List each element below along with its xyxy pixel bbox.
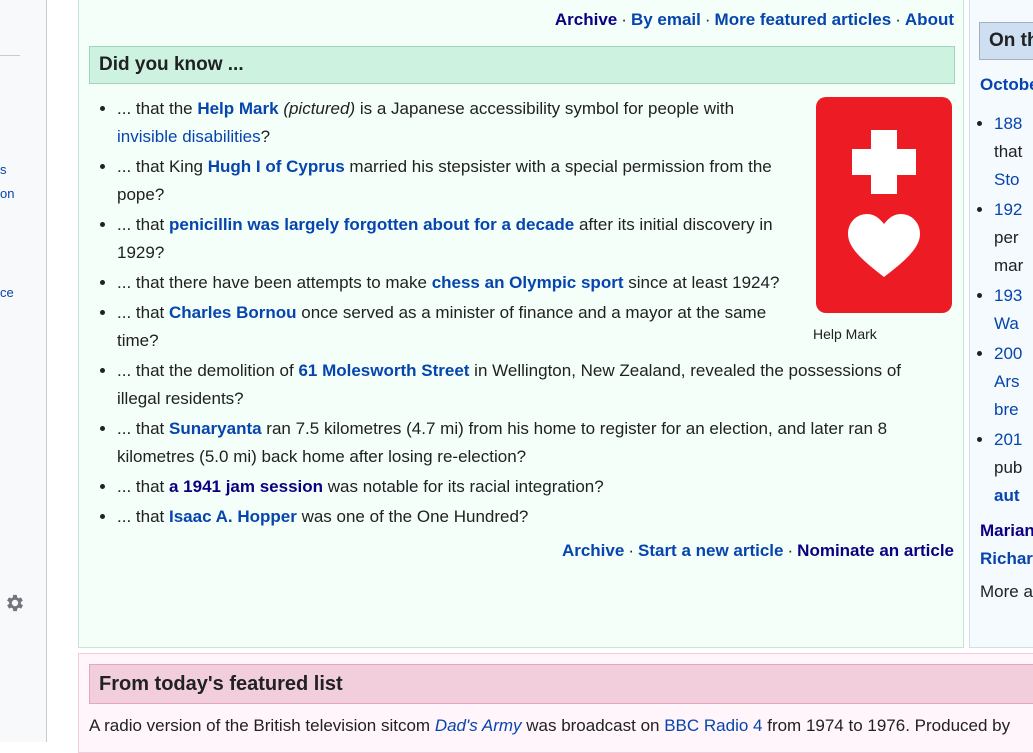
inline-link[interactable]: Hugh I of Cyprus xyxy=(208,157,345,176)
otd-year-link[interactable]: 192 xyxy=(994,200,1022,219)
dyk-item: ... that penicillin was largely forgotte… xyxy=(117,211,797,267)
featured-list-panel: From today's featured list A radio versi… xyxy=(78,653,1033,753)
text-run: ... that xyxy=(117,215,169,234)
tfl-blurb: A radio version of the British televisio… xyxy=(89,716,1010,736)
otd-year-link[interactable]: 200 xyxy=(994,344,1022,363)
otd-year-link[interactable]: 188 xyxy=(994,114,1022,133)
link-separator: · xyxy=(787,541,794,560)
text-run: ... that King xyxy=(117,157,208,176)
dyk-archive-link[interactable]: Archive xyxy=(562,541,624,560)
otd-item-text: that xyxy=(994,142,1023,161)
inline-link[interactable]: 61 Molesworth Street xyxy=(298,361,469,380)
otd-item: 200 Ars bre xyxy=(994,340,1023,424)
otd-person-link[interactable]: Marian xyxy=(980,521,1033,540)
otd-people: Marian Richar xyxy=(980,517,1033,573)
more-featured-articles-link[interactable]: More featured articles xyxy=(715,10,892,29)
text-run: ... that xyxy=(117,507,169,526)
sidebar-link-fragment[interactable]: ce xyxy=(0,285,14,300)
otd-more-text: More a xyxy=(980,582,1033,601)
otd-item-link[interactable]: Ars xyxy=(994,372,1020,391)
dyk-item: ... that the demolition of 61 Molesworth… xyxy=(117,357,947,413)
tfl-heading: From today's featured list xyxy=(89,664,1033,704)
otd-date-link[interactable]: Octobe xyxy=(980,75,1033,95)
otd-item-link[interactable]: Sto xyxy=(994,170,1020,189)
otd-item: 201 pub aut xyxy=(994,426,1023,510)
image-caption: Help Mark xyxy=(813,326,877,342)
nominate-article-link[interactable]: Nominate an article xyxy=(797,541,954,560)
inline-link[interactable]: Dad's Army xyxy=(435,716,522,735)
inline-link[interactable]: BBC Radio 4 xyxy=(664,716,762,735)
otd-year-link[interactable]: 193 xyxy=(994,286,1022,305)
text-run: ... that xyxy=(117,419,169,438)
inline-link[interactable]: Charles Bornou xyxy=(169,303,297,322)
text-run: (pictured) xyxy=(283,99,356,118)
about-link[interactable]: About xyxy=(905,10,954,29)
text-run: is a Japanese accessibility symbol for p… xyxy=(355,99,735,118)
otd-item-text: pub xyxy=(994,458,1023,477)
text-run: A radio version of the British televisio… xyxy=(89,716,435,735)
inline-link[interactable]: penicillin was largely forgotten about f… xyxy=(169,215,574,234)
inline-link[interactable]: a 1941 jam session xyxy=(169,477,323,496)
text-run: ... that the xyxy=(117,99,198,118)
dyk-item: ... that Charles Bornou once served as a… xyxy=(117,299,797,355)
inline-link[interactable]: Help Mark xyxy=(197,99,278,118)
otd-year-link[interactable]: 201 xyxy=(994,430,1022,449)
otd-item-link[interactable]: aut xyxy=(994,486,1020,505)
link-separator: · xyxy=(621,10,627,29)
left-sidebar: s on ce xyxy=(0,0,47,742)
gear-icon[interactable] xyxy=(4,592,26,614)
sidebar-link-fragment[interactable]: on xyxy=(0,186,14,201)
text-run: since at least 1924? xyxy=(623,273,780,292)
inline-link[interactable]: invisible disabilities xyxy=(117,127,261,146)
help-mark-figure: Help Mark xyxy=(813,97,956,342)
otd-item: 192 per mar xyxy=(994,196,1023,280)
otd-item-link[interactable]: Wa xyxy=(994,314,1019,333)
dyk-item: ... that Isaac A. Hopper was one of the … xyxy=(117,503,947,531)
dyk-footer-links: Archive · Start a new article · Nominate an … xyxy=(562,541,954,561)
by-email-link[interactable]: By email xyxy=(631,10,701,29)
otd-item: 193 Wa xyxy=(994,282,1023,338)
text-run: ... that there have been attempts to mak… xyxy=(117,273,432,292)
otd-list: 188 that Sto 192 per mar 193 Wa 200 Ars bre 201… xyxy=(980,110,1023,512)
link-separator: · xyxy=(628,541,634,560)
featured-article-links: Archive · By email · More featured articles ·… xyxy=(555,10,954,30)
on-this-day-panel: On th Octobe 188 that Sto 192 per mar 193 Wa … xyxy=(969,0,1033,648)
text-run: ... that xyxy=(117,477,169,496)
did-you-know-panel: Archive · By email · More featured articles ·… xyxy=(78,0,964,648)
help-mark-icon[interactable] xyxy=(816,97,952,313)
start-new-article-link[interactable]: Start a new article xyxy=(638,541,784,560)
text-run: from 1974 to 1976. Produced by xyxy=(762,716,1011,735)
archive-link[interactable]: Archive xyxy=(555,10,617,29)
text-run: ... that the demolition of xyxy=(117,361,299,380)
sidebar-divider xyxy=(0,55,20,56)
otd-person-link[interactable]: Richar xyxy=(980,549,1033,568)
dyk-heading: Did you know ... xyxy=(89,46,955,84)
otd-item-text: mar xyxy=(994,256,1024,275)
otd-item-text: per xyxy=(994,228,1019,247)
inline-link[interactable]: chess an Olympic sport xyxy=(432,273,624,292)
otd-item-link[interactable]: bre xyxy=(994,400,1019,419)
dyk-item: ... that King Hugh I of Cyprus married h… xyxy=(117,153,797,209)
otd-item: 188 that Sto xyxy=(994,110,1023,194)
sidebar-link-fragment[interactable]: s xyxy=(0,162,7,177)
dyk-item: ... that a 1941 jam session was notable … xyxy=(117,473,947,501)
text-run: ? xyxy=(260,127,271,146)
text-run: was one of the One Hundred? xyxy=(296,507,529,526)
otd-heading: On th xyxy=(979,22,1033,60)
text-run: was broadcast on xyxy=(521,716,665,735)
link-separator: · xyxy=(704,10,711,29)
inline-link[interactable]: Sunaryanta xyxy=(169,419,262,438)
dyk-item: ... that Sunaryanta ran 7.5 kilometres (… xyxy=(117,415,947,471)
text-run: ... that xyxy=(117,303,169,322)
dyk-item: ... that the Help Mark (pictured) is a J… xyxy=(117,95,797,151)
inline-link[interactable]: Isaac A. Hopper xyxy=(169,507,297,526)
text-run: was notable for its racial integration? xyxy=(323,477,604,496)
link-separator: · xyxy=(895,10,901,29)
